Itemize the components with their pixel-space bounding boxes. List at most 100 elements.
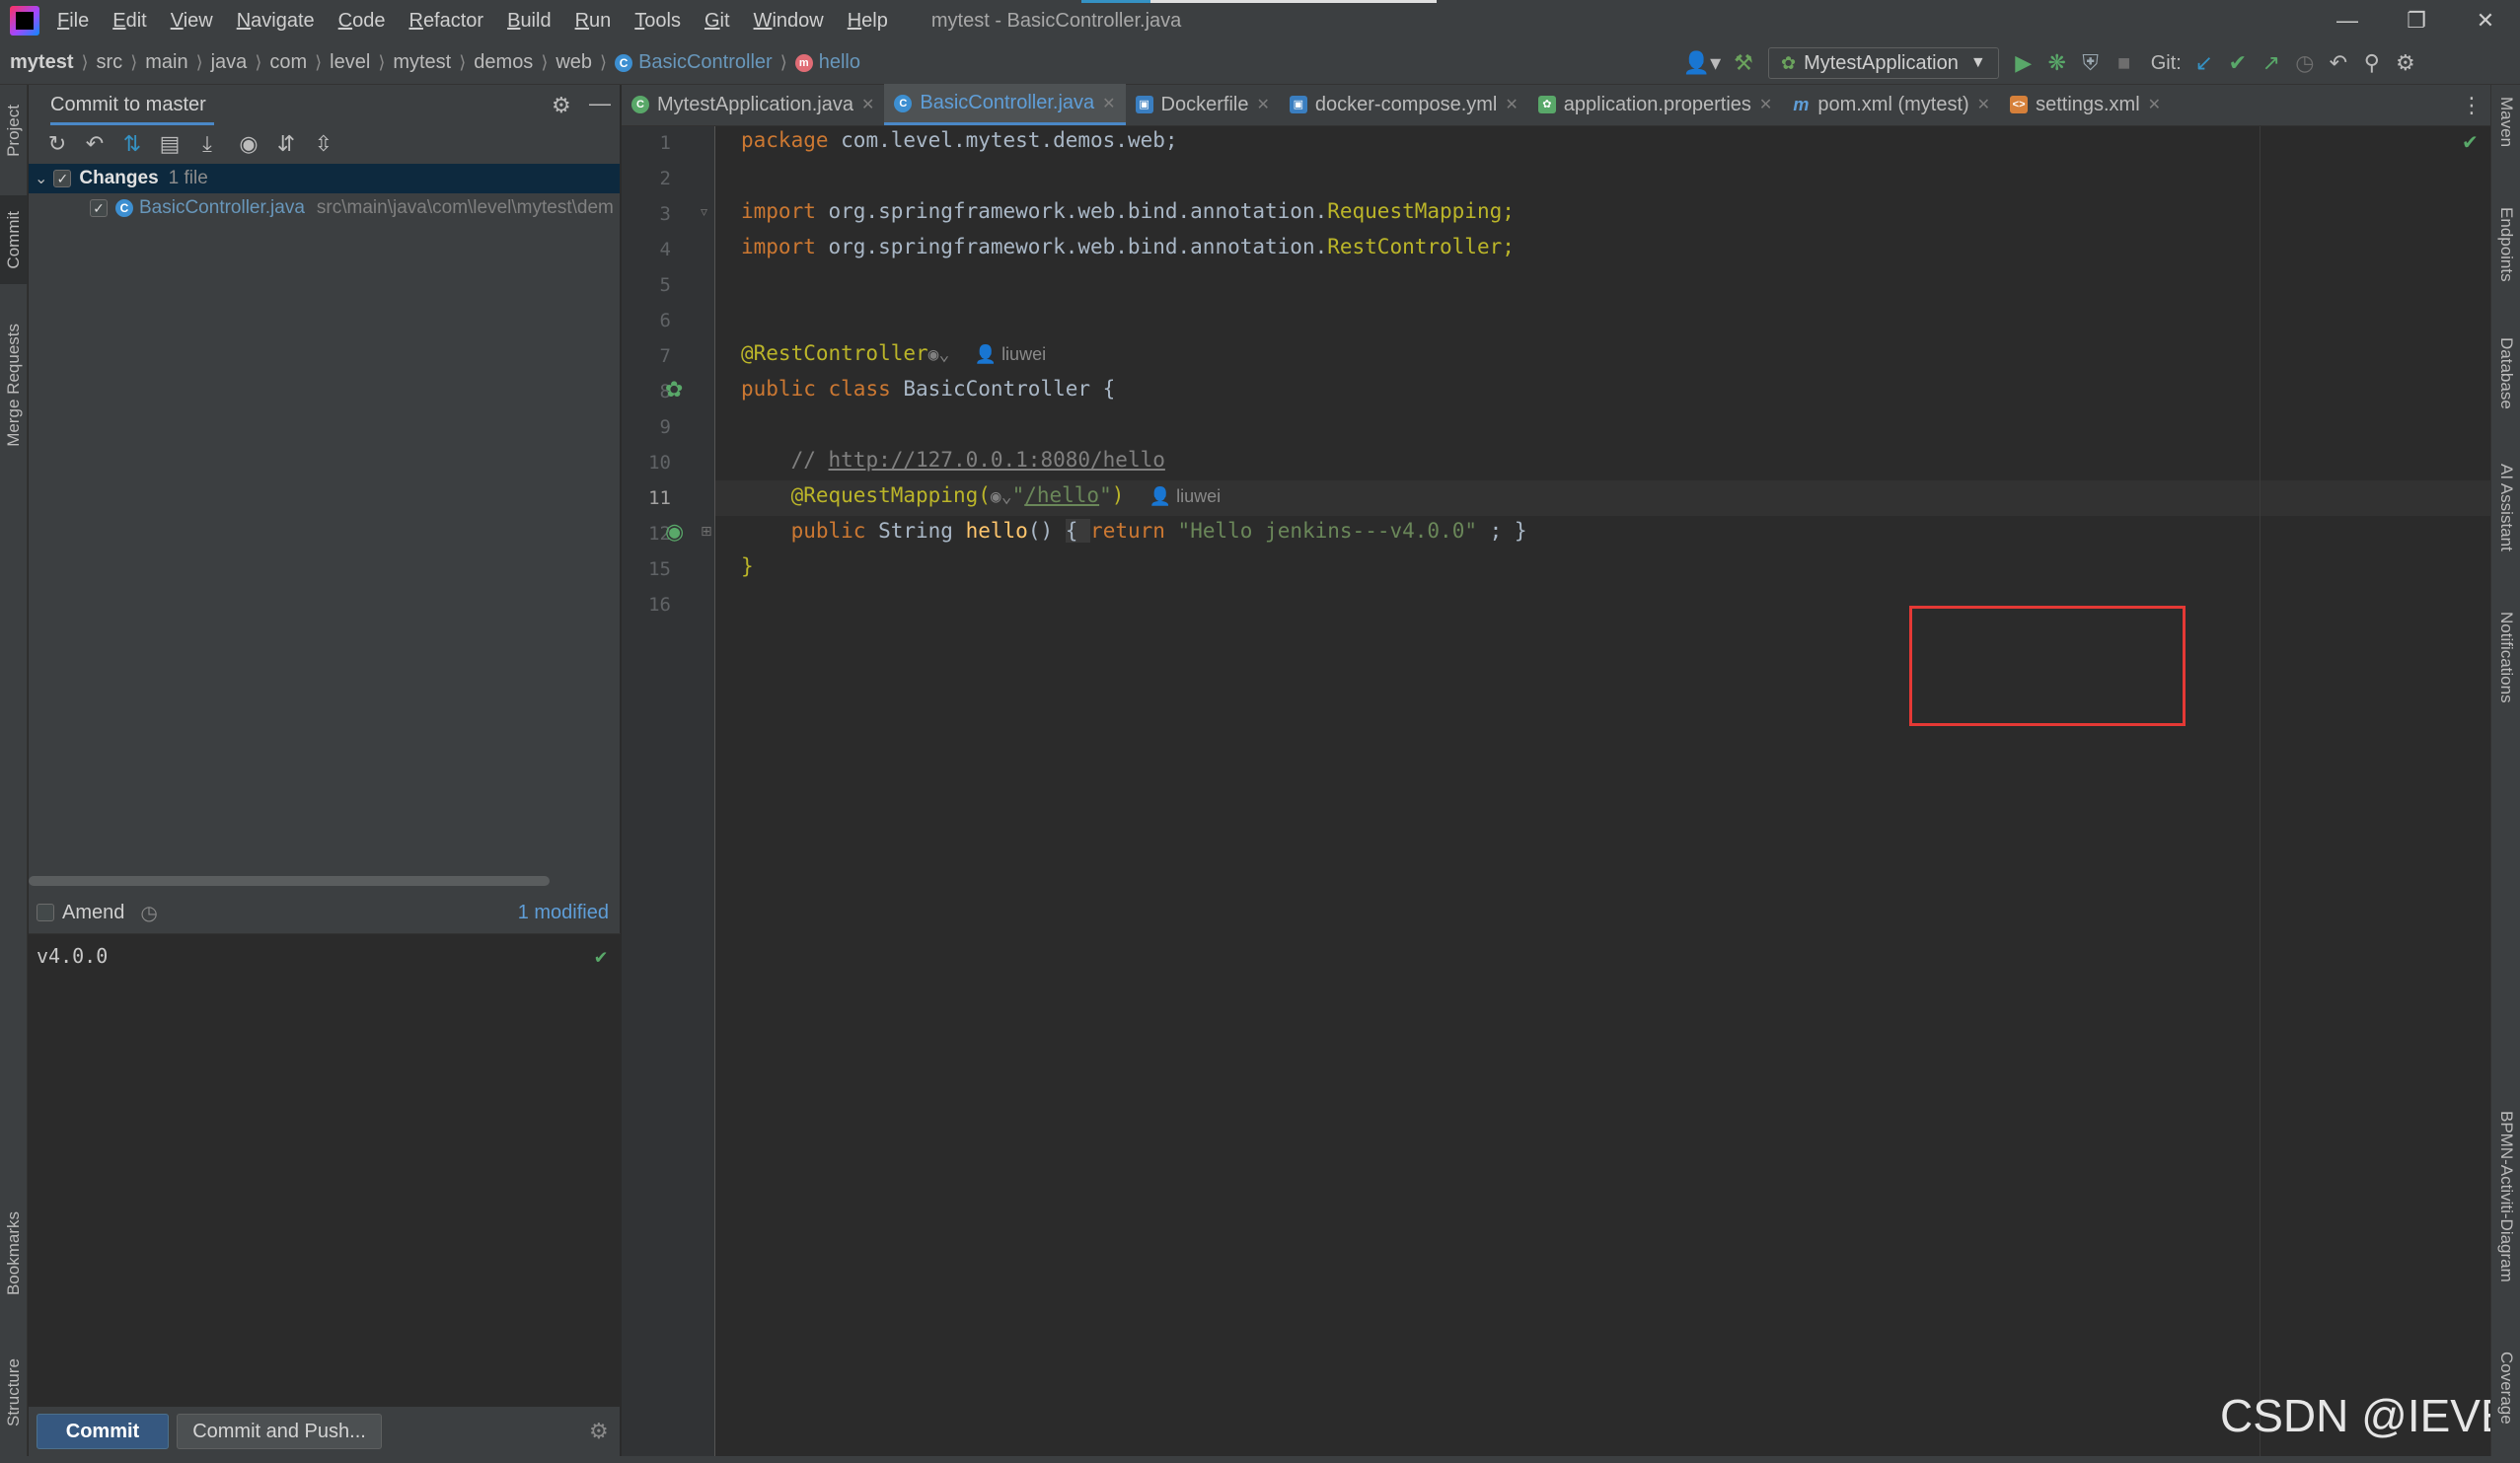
menu-help[interactable]: Help: [848, 10, 888, 33]
menu-view[interactable]: View: [171, 10, 213, 33]
breadcrumb-web[interactable]: web ⟩: [556, 51, 615, 74]
menu-navigate[interactable]: Navigate: [237, 10, 315, 33]
tab-pom-xml[interactable]: m pom.xml (mytest) ✕: [1782, 84, 2000, 125]
fold-icon[interactable]: ▿: [701, 203, 707, 220]
close-icon[interactable]: ✕: [1977, 95, 1990, 114]
code-editor[interactable]: 1 2 3 4 5 6 7 8 9 10 11 12 15 16 ✿ ◉ ▿ ⊞…: [622, 126, 2511, 1456]
chevron-down-icon[interactable]: ⌄: [35, 169, 47, 188]
build-hammer-icon[interactable]: ⚒: [1727, 46, 1760, 80]
close-icon[interactable]: ✕: [2148, 95, 2161, 114]
commit-button[interactable]: Commit: [37, 1414, 169, 1449]
tool-window-project[interactable]: Project: [0, 91, 28, 170]
git-update-icon[interactable]: ↙: [2187, 46, 2221, 80]
tool-window-bookmarks[interactable]: Bookmarks: [0, 1200, 28, 1308]
gear-icon[interactable]: ⚙: [552, 93, 571, 118]
breadcrumb-mytest[interactable]: mytest ⟩: [393, 51, 474, 74]
breadcrumb-class[interactable]: C BasicController ⟩: [615, 51, 795, 74]
search-icon[interactable]: ⚲: [2355, 46, 2389, 80]
menu-file[interactable]: File: [57, 10, 89, 33]
menu-tools[interactable]: Tools: [634, 10, 681, 33]
stop-icon[interactable]: ■: [2108, 46, 2141, 80]
eye-icon[interactable]: ◉: [230, 127, 267, 161]
close-icon[interactable]: ✕: [861, 95, 874, 114]
changes-checkbox[interactable]: ✓: [53, 170, 72, 187]
git-commit-icon[interactable]: ✔: [2221, 46, 2255, 80]
tool-window-endpoints[interactable]: Endpoints: [2491, 207, 2520, 282]
tab-application-properties[interactable]: ✿ application.properties ✕: [1528, 84, 1783, 125]
commit-and-push-button[interactable]: Commit and Push...: [177, 1414, 382, 1449]
tool-window-maven[interactable]: Maven: [2491, 97, 2520, 147]
coverage-icon[interactable]: ⛨: [2074, 46, 2108, 80]
changes-group-row[interactable]: ⌄ ✓ Changes 1 file: [29, 164, 620, 193]
commit-panel-title[interactable]: Commit to master: [50, 84, 214, 125]
breadcrumb-com[interactable]: com ⟩: [269, 51, 330, 74]
tool-window-ai-assistant[interactable]: AI Assistant: [2491, 464, 2520, 551]
menu-code[interactable]: Code: [338, 10, 386, 33]
menu-build[interactable]: Build: [507, 10, 551, 33]
tab-settings-xml[interactable]: <> settings.xml ✕: [2000, 84, 2171, 125]
more-tabs-icon[interactable]: ⋮: [2461, 93, 2483, 118]
hide-panel-icon[interactable]: —: [589, 91, 611, 116]
breadcrumb-project[interactable]: mytest ⟩: [10, 51, 97, 74]
menu-git[interactable]: Git: [704, 10, 730, 33]
close-icon[interactable]: ✕: [1102, 94, 1115, 113]
refresh-icon[interactable]: ↻: [38, 127, 76, 161]
close-icon[interactable]: ✕: [1256, 95, 1269, 114]
breadcrumb-java[interactable]: java ⟩: [211, 51, 270, 74]
run-icon[interactable]: ▶: [2007, 46, 2040, 80]
tool-window-structure[interactable]: Structure: [0, 1338, 28, 1446]
no-problems-check-icon[interactable]: ✔: [2462, 130, 2479, 155]
tool-window-merge-requests[interactable]: Merge Requests: [0, 306, 28, 464]
tool-window-notifications[interactable]: Notifications: [2491, 612, 2520, 703]
debug-icon[interactable]: ❋: [2040, 46, 2074, 80]
editor-gutter[interactable]: 1 2 3 4 5 6 7 8 9 10 11 12 15 16 ✿ ◉ ▿ ⊞: [622, 126, 714, 1456]
breadcrumb-method[interactable]: m hello: [794, 51, 860, 74]
shelve-icon[interactable]: ▤: [151, 127, 188, 161]
spring-bean-icon[interactable]: ✿: [665, 377, 683, 402]
collapse-all-icon[interactable]: ⇳: [305, 127, 342, 161]
gear-icon[interactable]: ⚙: [2389, 46, 2422, 80]
file-checkbox[interactable]: ✓: [90, 199, 108, 217]
expand-fold-icon[interactable]: ⊞: [701, 523, 712, 540]
breadcrumb-src[interactable]: src ⟩: [97, 51, 146, 74]
commit-message-input[interactable]: v4.0.0 ✔: [29, 933, 621, 1407]
breadcrumb-demos[interactable]: demos ⟩: [474, 51, 556, 74]
rollback-icon[interactable]: ↶: [76, 127, 113, 161]
menu-edit[interactable]: Edit: [112, 10, 146, 33]
tab-dockerfile[interactable]: ▣ Dockerfile ✕: [1126, 84, 1280, 125]
tab-basic-controller[interactable]: C BasicController.java ✕: [884, 84, 1126, 125]
git-history-icon[interactable]: ◷: [2288, 46, 2322, 80]
minimize-icon[interactable]: —: [2313, 4, 2382, 37]
menu-window[interactable]: Window: [754, 10, 824, 33]
tab-mytest-application[interactable]: C MytestApplication.java ✕: [622, 84, 884, 125]
commit-options-gear-icon[interactable]: ⚙: [589, 1419, 609, 1444]
history-icon[interactable]: ◷: [140, 901, 157, 925]
close-window-icon[interactable]: ✕: [2451, 4, 2520, 37]
changed-file-row[interactable]: ✓ C BasicController.java src\main\java\c…: [29, 193, 620, 223]
rollback-icon[interactable]: ↶: [2322, 46, 2355, 80]
user-icon[interactable]: 👤▾: [1677, 46, 1727, 80]
horizontal-scrollbar[interactable]: [29, 876, 550, 886]
tool-window-bpmn[interactable]: BPMN-Activiti-Diagram: [2491, 1111, 2520, 1282]
modified-count-link[interactable]: 1 modified: [518, 902, 609, 924]
breadcrumb-level[interactable]: level ⟩: [330, 51, 393, 74]
git-push-icon[interactable]: ↗: [2255, 46, 2288, 80]
amend-checkbox[interactable]: [37, 904, 54, 921]
tool-window-commit[interactable]: Commit: [0, 195, 28, 284]
close-icon[interactable]: ✕: [1759, 95, 1772, 114]
menu-run[interactable]: Run: [575, 10, 612, 33]
tool-window-database[interactable]: Database: [2491, 337, 2520, 409]
close-icon[interactable]: ✕: [1505, 95, 1518, 114]
update-icon[interactable]: ⇅: [113, 127, 151, 161]
intellij-logo-icon[interactable]: [10, 6, 39, 36]
spring-mapping-icon[interactable]: ◉: [665, 519, 684, 545]
download-icon[interactable]: ⤓: [188, 127, 226, 161]
tab-docker-compose[interactable]: ▣ docker-compose.yml ✕: [1280, 84, 1528, 125]
expand-all-icon[interactable]: ⇵: [267, 127, 305, 161]
run-configuration-select[interactable]: ✿ MytestApplication ▼: [1768, 47, 1999, 79]
code-area[interactable]: package com.level.mytest.demos.web; impo…: [714, 126, 2491, 1456]
breadcrumb-main[interactable]: main ⟩: [145, 51, 210, 74]
amend-label[interactable]: Amend: [62, 902, 124, 924]
menu-refactor[interactable]: Refactor: [408, 10, 483, 33]
restore-icon[interactable]: ❐: [2382, 4, 2451, 37]
